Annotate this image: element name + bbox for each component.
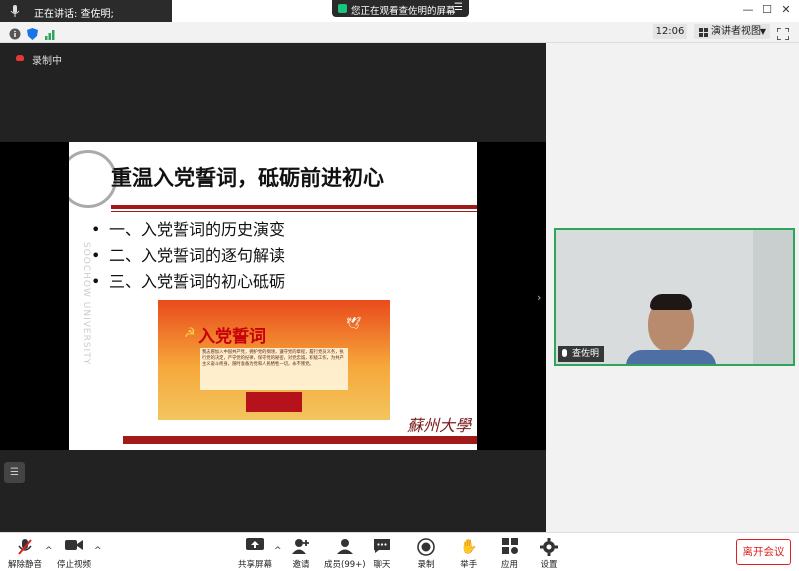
close-button[interactable]: ✕ bbox=[776, 3, 796, 16]
speaking-label: 正在讲话: 查佐明; bbox=[34, 9, 114, 20]
video-background bbox=[753, 230, 793, 364]
maximize-button[interactable]: ☐ bbox=[757, 3, 777, 16]
participant-hair bbox=[650, 294, 692, 310]
participants-icon bbox=[324, 538, 366, 556]
menu-icon[interactable]: ☰ bbox=[454, 2, 463, 13]
chat-button[interactable]: 聊天 bbox=[373, 538, 391, 570]
stop-video-button[interactable]: 停止视频 bbox=[57, 538, 91, 570]
slide-title: 重温入党誓词，砥砺前进初心 bbox=[111, 165, 384, 190]
slide-bullet: • 二、入党誓词的逐句解读 bbox=[91, 246, 286, 265]
audio-options-chevron-icon[interactable]: ^ bbox=[45, 546, 53, 556]
record-button[interactable]: 录制 bbox=[417, 538, 435, 570]
meeting-toolbar bbox=[0, 532, 799, 571]
unmute-button[interactable]: 解除静音 bbox=[8, 538, 42, 570]
info-icon[interactable] bbox=[9, 25, 21, 44]
record-icon bbox=[417, 538, 435, 556]
minimize-button[interactable]: — bbox=[738, 3, 758, 16]
apps-button[interactable]: 应用 bbox=[501, 538, 518, 570]
slide-footer-bar bbox=[123, 436, 477, 444]
title-divider bbox=[111, 205, 477, 209]
oath-banner-image: ☭ 入党誓词 🕊 我志愿加入中国共产党，拥护党的纲领，遵守党的章程，履行党员义务… bbox=[158, 300, 390, 420]
participant-shirt bbox=[626, 350, 716, 364]
invite-button[interactable]: 邀请 bbox=[292, 538, 310, 570]
view-mode-dropdown[interactable]: 演讲者视图 ▼ bbox=[694, 24, 770, 39]
oath-text: 我志愿加入中国共产党，拥护党的纲领，遵守党的章程，履行党员义务，执行党的决定，严… bbox=[202, 350, 344, 367]
share-screen-icon bbox=[238, 538, 272, 556]
hammer-sickle-icon: ☭ bbox=[184, 326, 196, 341]
microphone-icon bbox=[562, 349, 567, 357]
fullscreen-icon[interactable] bbox=[776, 25, 790, 44]
share-options-chevron-icon[interactable]: ^ bbox=[274, 546, 282, 556]
recording-label: 录制中 bbox=[32, 56, 62, 67]
meeting-info-bar: 12:06 演讲者视图 ▼ bbox=[0, 22, 799, 43]
participant-video-tile[interactable]: 查佐明 bbox=[554, 228, 795, 366]
dove-icon: 🕊 bbox=[346, 316, 362, 330]
active-speaker-indicator: 正在讲话: 查佐明; bbox=[0, 0, 172, 22]
meeting-timer: 12:06 bbox=[653, 24, 687, 39]
view-mode-label: 演讲者视图 bbox=[711, 26, 761, 37]
university-seal-logo bbox=[69, 150, 117, 208]
microphone-icon bbox=[10, 5, 20, 20]
presentation-slide: SOOCHOW UNIVERSITY 重温入党誓词，砥砺前进初心 • 一、入党誓词… bbox=[69, 142, 477, 450]
settings-button[interactable]: 设置 bbox=[540, 538, 558, 570]
share-screen-button[interactable]: 共享屏幕 bbox=[238, 538, 272, 570]
title-divider-thin bbox=[111, 211, 477, 212]
slide-vertical-text: SOOCHOW UNIVERSITY bbox=[81, 242, 91, 366]
apps-icon bbox=[501, 538, 518, 556]
muted-microphone-icon bbox=[8, 538, 42, 556]
grid-icon bbox=[699, 27, 708, 42]
add-user-icon bbox=[292, 538, 310, 556]
university-calligraphy: 蘇州大學 bbox=[407, 416, 472, 435]
participant-name-tag: 查佐明 bbox=[558, 346, 605, 362]
screen-share-banner[interactable]: 您正在观看查佐明的屏幕 ☰ bbox=[332, 0, 469, 17]
shield-icon[interactable] bbox=[27, 25, 38, 44]
banner-title: 入党誓词 bbox=[198, 327, 266, 347]
share-banner-label: 您正在观看查佐明的屏幕 bbox=[351, 6, 456, 17]
cloud-record-icon bbox=[16, 55, 24, 61]
collapse-panel-arrow-icon[interactable]: › bbox=[537, 291, 541, 304]
list-icon[interactable]: ☰ bbox=[4, 462, 25, 483]
slide-bullet: • 一、入党誓词的历史演变 bbox=[91, 220, 286, 239]
leave-meeting-button[interactable]: 离开会议 bbox=[736, 539, 791, 565]
gear-icon bbox=[540, 538, 558, 556]
chevron-down-icon: ▼ bbox=[759, 27, 766, 36]
signal-icon[interactable] bbox=[45, 25, 57, 44]
video-options-chevron-icon[interactable]: ^ bbox=[94, 546, 102, 556]
tiananmen-graphic bbox=[246, 392, 302, 412]
raise-hand-button[interactable]: ✋ 举手 bbox=[460, 538, 477, 570]
camera-icon bbox=[57, 538, 91, 556]
chat-icon bbox=[373, 538, 391, 556]
participants-button[interactable]: 成员(99+) bbox=[324, 538, 366, 570]
slide-bullet: • 三、入党誓词的初心砥砺 bbox=[91, 272, 286, 291]
share-status-icon bbox=[338, 4, 347, 13]
hand-icon: ✋ bbox=[460, 539, 478, 555]
